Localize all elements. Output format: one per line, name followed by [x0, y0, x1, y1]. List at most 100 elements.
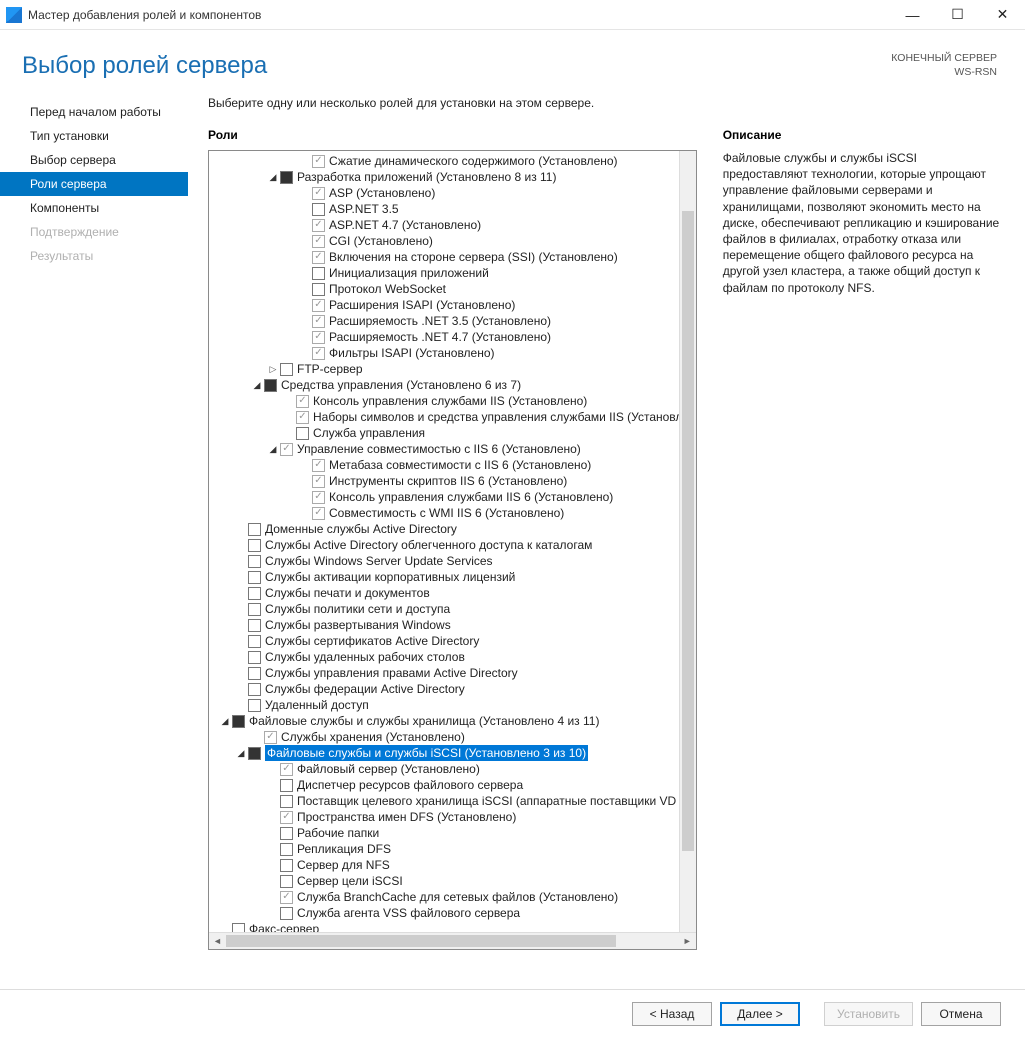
- tree-node[interactable]: Пространства имен DFS (Установлено): [209, 809, 696, 825]
- tree-node[interactable]: Сервер цели iSCSI: [209, 873, 696, 889]
- tree-node[interactable]: Наборы символов и средства управления сл…: [209, 409, 696, 425]
- checkbox[interactable]: [280, 363, 293, 376]
- checkbox[interactable]: [280, 859, 293, 872]
- checkbox[interactable]: [312, 251, 325, 264]
- checkbox[interactable]: [248, 523, 261, 536]
- tree-node[interactable]: Инициализация приложений: [209, 265, 696, 281]
- checkbox[interactable]: [296, 395, 309, 408]
- checkbox[interactable]: [248, 651, 261, 664]
- tree-node[interactable]: Фильтры ISAPI (Установлено): [209, 345, 696, 361]
- checkbox[interactable]: [280, 891, 293, 904]
- checkbox[interactable]: [312, 331, 325, 344]
- checkbox[interactable]: [312, 507, 325, 520]
- minimize-button[interactable]: —: [890, 0, 935, 30]
- nav-item[interactable]: Выбор сервера: [0, 148, 188, 172]
- tree-node[interactable]: Службы хранения (Установлено): [209, 729, 696, 745]
- tree-node[interactable]: CGI (Установлено): [209, 233, 696, 249]
- tree-node[interactable]: ASP (Установлено): [209, 185, 696, 201]
- checkbox[interactable]: [280, 827, 293, 840]
- collapse-icon[interactable]: ◢: [235, 747, 247, 759]
- tree-node[interactable]: Служба BranchCache для сетевых файлов (У…: [209, 889, 696, 905]
- checkbox[interactable]: [248, 571, 261, 584]
- tree-node[interactable]: Консоль управления службами IIS (Установ…: [209, 393, 696, 409]
- collapse-icon[interactable]: ◢: [251, 379, 263, 391]
- tree-node[interactable]: Протокол WebSocket: [209, 281, 696, 297]
- tree-node[interactable]: Службы развертывания Windows: [209, 617, 696, 633]
- tree-node[interactable]: Рабочие папки: [209, 825, 696, 841]
- tree-node[interactable]: Службы активации корпоративных лицензий: [209, 569, 696, 585]
- install-button[interactable]: Установить: [824, 1002, 913, 1026]
- checkbox[interactable]: [312, 347, 325, 360]
- next-button[interactable]: Далее >: [720, 1002, 800, 1026]
- checkbox[interactable]: [296, 411, 309, 424]
- tree-node[interactable]: ASP.NET 3.5: [209, 201, 696, 217]
- tree-node[interactable]: Включения на стороне сервера (SSI) (Уста…: [209, 249, 696, 265]
- checkbox[interactable]: [312, 203, 325, 216]
- checkbox[interactable]: [312, 219, 325, 232]
- expand-icon[interactable]: ▷: [267, 363, 279, 375]
- nav-item[interactable]: Компоненты: [0, 196, 188, 220]
- checkbox[interactable]: [280, 795, 293, 808]
- checkbox[interactable]: [312, 491, 325, 504]
- tree-node[interactable]: ◢Файловые службы и службы хранилища (Уст…: [209, 713, 696, 729]
- checkbox[interactable]: [312, 235, 325, 248]
- scroll-left-icon[interactable]: ◄: [209, 933, 226, 950]
- maximize-button[interactable]: ☐: [935, 0, 980, 30]
- checkbox[interactable]: [248, 603, 261, 616]
- tree-node[interactable]: Метабаза совместимости с IIS 6 (Установл…: [209, 457, 696, 473]
- checkbox[interactable]: [232, 715, 245, 728]
- tree-node[interactable]: Службы Windows Server Update Services: [209, 553, 696, 569]
- horizontal-scrollbar[interactable]: ◄ ►: [209, 932, 696, 949]
- collapse-icon[interactable]: ◢: [267, 443, 279, 455]
- checkbox[interactable]: [248, 747, 261, 760]
- tree-node[interactable]: Расширения ISAPI (Установлено): [209, 297, 696, 313]
- checkbox[interactable]: [280, 171, 293, 184]
- collapse-icon[interactable]: ◢: [267, 171, 279, 183]
- nav-item[interactable]: Роли сервера: [0, 172, 188, 196]
- roles-tree-scroll[interactable]: Сжатие динамического содержимого (Устано…: [209, 151, 696, 932]
- tree-node[interactable]: Служба агента VSS файлового сервера: [209, 905, 696, 921]
- collapse-icon[interactable]: ◢: [219, 715, 231, 727]
- tree-node[interactable]: Факс-сервер: [209, 921, 696, 932]
- checkbox[interactable]: [280, 843, 293, 856]
- checkbox[interactable]: [248, 555, 261, 568]
- tree-node[interactable]: Службы удаленных рабочих столов: [209, 649, 696, 665]
- tree-node[interactable]: Службы сертификатов Active Directory: [209, 633, 696, 649]
- horizontal-scroll-thumb[interactable]: [226, 935, 616, 947]
- close-button[interactable]: ✕: [980, 0, 1025, 30]
- cancel-button[interactable]: Отмена: [921, 1002, 1001, 1026]
- checkbox[interactable]: [264, 379, 277, 392]
- checkbox[interactable]: [280, 443, 293, 456]
- scroll-right-icon[interactable]: ►: [679, 933, 696, 950]
- tree-node[interactable]: Расширяемость .NET 4.7 (Установлено): [209, 329, 696, 345]
- checkbox[interactable]: [248, 587, 261, 600]
- checkbox[interactable]: [264, 731, 277, 744]
- checkbox[interactable]: [248, 683, 261, 696]
- tree-node[interactable]: ◢Средства управления (Установлено 6 из 7…: [209, 377, 696, 393]
- checkbox[interactable]: [280, 875, 293, 888]
- checkbox[interactable]: [312, 187, 325, 200]
- tree-node[interactable]: Инструменты скриптов IIS 6 (Установлено): [209, 473, 696, 489]
- tree-node[interactable]: Консоль управления службами IIS 6 (Устан…: [209, 489, 696, 505]
- tree-node[interactable]: Совместимость с WMI IIS 6 (Установлено): [209, 505, 696, 521]
- checkbox[interactable]: [248, 635, 261, 648]
- tree-node[interactable]: Службы федерации Active Directory: [209, 681, 696, 697]
- back-button[interactable]: < Назад: [632, 1002, 712, 1026]
- checkbox[interactable]: [312, 315, 325, 328]
- checkbox[interactable]: [312, 267, 325, 280]
- nav-item[interactable]: Перед началом работы: [0, 100, 188, 124]
- tree-node[interactable]: Службы политики сети и доступа: [209, 601, 696, 617]
- checkbox[interactable]: [248, 699, 261, 712]
- checkbox[interactable]: [248, 667, 261, 680]
- checkbox[interactable]: [296, 427, 309, 440]
- vertical-scrollbar[interactable]: [679, 151, 696, 932]
- checkbox[interactable]: [232, 923, 245, 933]
- checkbox[interactable]: [312, 459, 325, 472]
- tree-node[interactable]: Репликация DFS: [209, 841, 696, 857]
- checkbox[interactable]: [248, 539, 261, 552]
- checkbox[interactable]: [280, 779, 293, 792]
- tree-node[interactable]: ▷FTP-сервер: [209, 361, 696, 377]
- tree-node[interactable]: Службы Active Directory облегченного дос…: [209, 537, 696, 553]
- nav-item[interactable]: Тип установки: [0, 124, 188, 148]
- tree-node[interactable]: Служба управления: [209, 425, 696, 441]
